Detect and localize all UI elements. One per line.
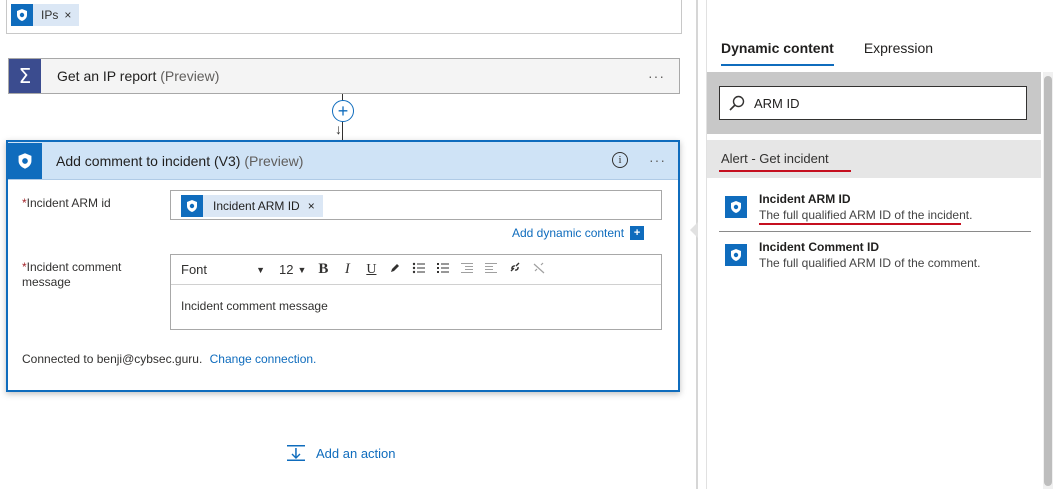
incident-comment-label-text: Incident comment message [22, 260, 122, 289]
chevron-down-icon: ▼ [297, 264, 307, 275]
sentinel-icon [725, 196, 747, 218]
ip-report-preview-tag: (Preview) [160, 68, 220, 84]
ip-report-action-card[interactable]: Σ Get an IP report (Preview) ··· [8, 58, 680, 94]
ips-token-label: IPs [41, 8, 59, 22]
ips-token[interactable]: IPs × [11, 4, 80, 26]
numbered-list-icon[interactable] [436, 262, 450, 277]
highlight-underline [719, 170, 851, 172]
outdent-icon[interactable] [484, 262, 498, 277]
add-comment-preview-tag: (Preview) [244, 152, 304, 169]
indent-icon[interactable] [460, 262, 474, 277]
ips-token-remove-icon[interactable]: × [64, 8, 71, 22]
unlink-icon[interactable] [532, 262, 546, 277]
add-comment-menu-button[interactable]: ··· [649, 152, 666, 168]
sentinel-icon [11, 4, 33, 26]
pane-splitter[interactable] [696, 0, 698, 489]
tab-expression[interactable]: Expression [864, 40, 933, 66]
underline-button[interactable]: U [364, 262, 378, 278]
bold-button[interactable]: B [316, 261, 330, 278]
token-remove-icon[interactable]: × [308, 199, 315, 213]
incident-arm-id-token-label: Incident ARM ID [213, 199, 300, 213]
add-comment-title: Add comment to incident (V3) (Preview) [56, 153, 303, 169]
bullet-list-icon[interactable] [412, 262, 426, 277]
arrow-down-icon: ↓ [335, 121, 342, 137]
section-title: Alert - Get incident [721, 151, 829, 166]
add-dynamic-content-link[interactable]: Add dynamic content + [512, 226, 645, 240]
add-comment-header[interactable]: Add comment to incident (V3) (Preview) i… [8, 142, 678, 180]
search-input[interactable] [754, 95, 1014, 111]
chevron-down-icon: ▼ [256, 264, 265, 275]
sigma-icon: Σ [9, 59, 41, 93]
add-an-action-button[interactable]: Add an action [286, 444, 396, 462]
ip-report-menu-button[interactable]: ··· [648, 68, 665, 84]
dynamic-item-name: Incident Comment ID [759, 240, 880, 254]
previous-step-card: IPs × [6, 0, 682, 34]
incident-arm-id-label: *Incident ARM id [22, 196, 111, 211]
incident-comment-label: *Incident comment message [22, 260, 152, 290]
panel-scrollbar[interactable] [1043, 72, 1053, 489]
sentinel-icon [181, 195, 203, 217]
workflow-designer: IPs × Σ Get an IP report (Preview) ··· +… [0, 0, 1054, 489]
rich-text-toolbar: Font ▼ 12 ▼ B I U [171, 255, 661, 285]
dynamic-item-description: The full qualified ARM ID of the inciden… [759, 208, 973, 222]
section-header-alert-get-incident[interactable]: Alert - Get incident [707, 140, 1041, 178]
incident-arm-id-token[interactable]: Incident ARM ID × [181, 195, 323, 217]
font-size-value: 12 [279, 262, 294, 277]
link-icon[interactable] [508, 262, 522, 277]
dynamic-item-incident-comment-id[interactable]: Incident Comment ID The full qualified A… [725, 240, 1025, 276]
item-divider [719, 231, 1031, 232]
info-icon[interactable]: i [612, 152, 628, 168]
add-dynamic-plus-icon: + [630, 226, 645, 240]
search-box[interactable] [719, 86, 1027, 120]
search-icon [729, 95, 745, 111]
ip-report-title-text: Get an IP report [57, 68, 157, 84]
add-action-icon [287, 445, 305, 461]
insert-step-button[interactable]: + [332, 100, 354, 122]
font-select[interactable]: Font ▼ [181, 262, 269, 277]
sentinel-icon [8, 142, 42, 179]
incident-comment-input[interactable]: Incident comment message [171, 285, 661, 327]
plus-circle-icon: + [337, 101, 349, 121]
dynamic-item-name: Incident ARM ID [759, 192, 851, 206]
pen-icon[interactable] [388, 262, 402, 277]
connection-text: Connected to benji@cybsec.guru. [22, 352, 203, 366]
connection-info: Connected to benji@cybsec.guru. Change c… [22, 352, 316, 366]
panel-callout-pointer [690, 222, 698, 238]
incident-arm-id-label-text: Incident ARM id [26, 196, 111, 210]
add-comment-action-card: Add comment to incident (V3) (Preview) i… [6, 140, 680, 392]
search-area [707, 72, 1041, 134]
incident-arm-id-field[interactable]: Incident ARM ID × [170, 190, 662, 220]
sentinel-icon [725, 244, 747, 266]
add-comment-title-text: Add comment to incident (V3) [56, 152, 241, 169]
ip-report-title: Get an IP report (Preview) [57, 68, 219, 84]
panel-tabs: Dynamic content Expression [721, 40, 933, 66]
add-an-action-label: Add an action [316, 445, 396, 461]
font-select-value: Font [181, 262, 208, 277]
scrollbar-thumb[interactable] [1044, 76, 1052, 486]
dynamic-content-panel: Dynamic content Expression Alert - Get i… [706, 0, 1054, 489]
add-dynamic-content-label: Add dynamic content [512, 226, 625, 240]
tab-dynamic-content[interactable]: Dynamic content [721, 40, 834, 66]
font-size-select[interactable]: 12 ▼ [279, 262, 306, 277]
dynamic-item-description: The full qualified ARM ID of the comment… [759, 256, 981, 270]
dynamic-item-incident-arm-id[interactable]: Incident ARM ID The full qualified ARM I… [725, 192, 1025, 228]
highlight-underline [759, 223, 961, 225]
italic-button[interactable]: I [340, 261, 354, 278]
incident-comment-editor[interactable]: Font ▼ 12 ▼ B I U Incident comment messa… [170, 254, 662, 330]
change-connection-link[interactable]: Change connection. [210, 352, 317, 366]
